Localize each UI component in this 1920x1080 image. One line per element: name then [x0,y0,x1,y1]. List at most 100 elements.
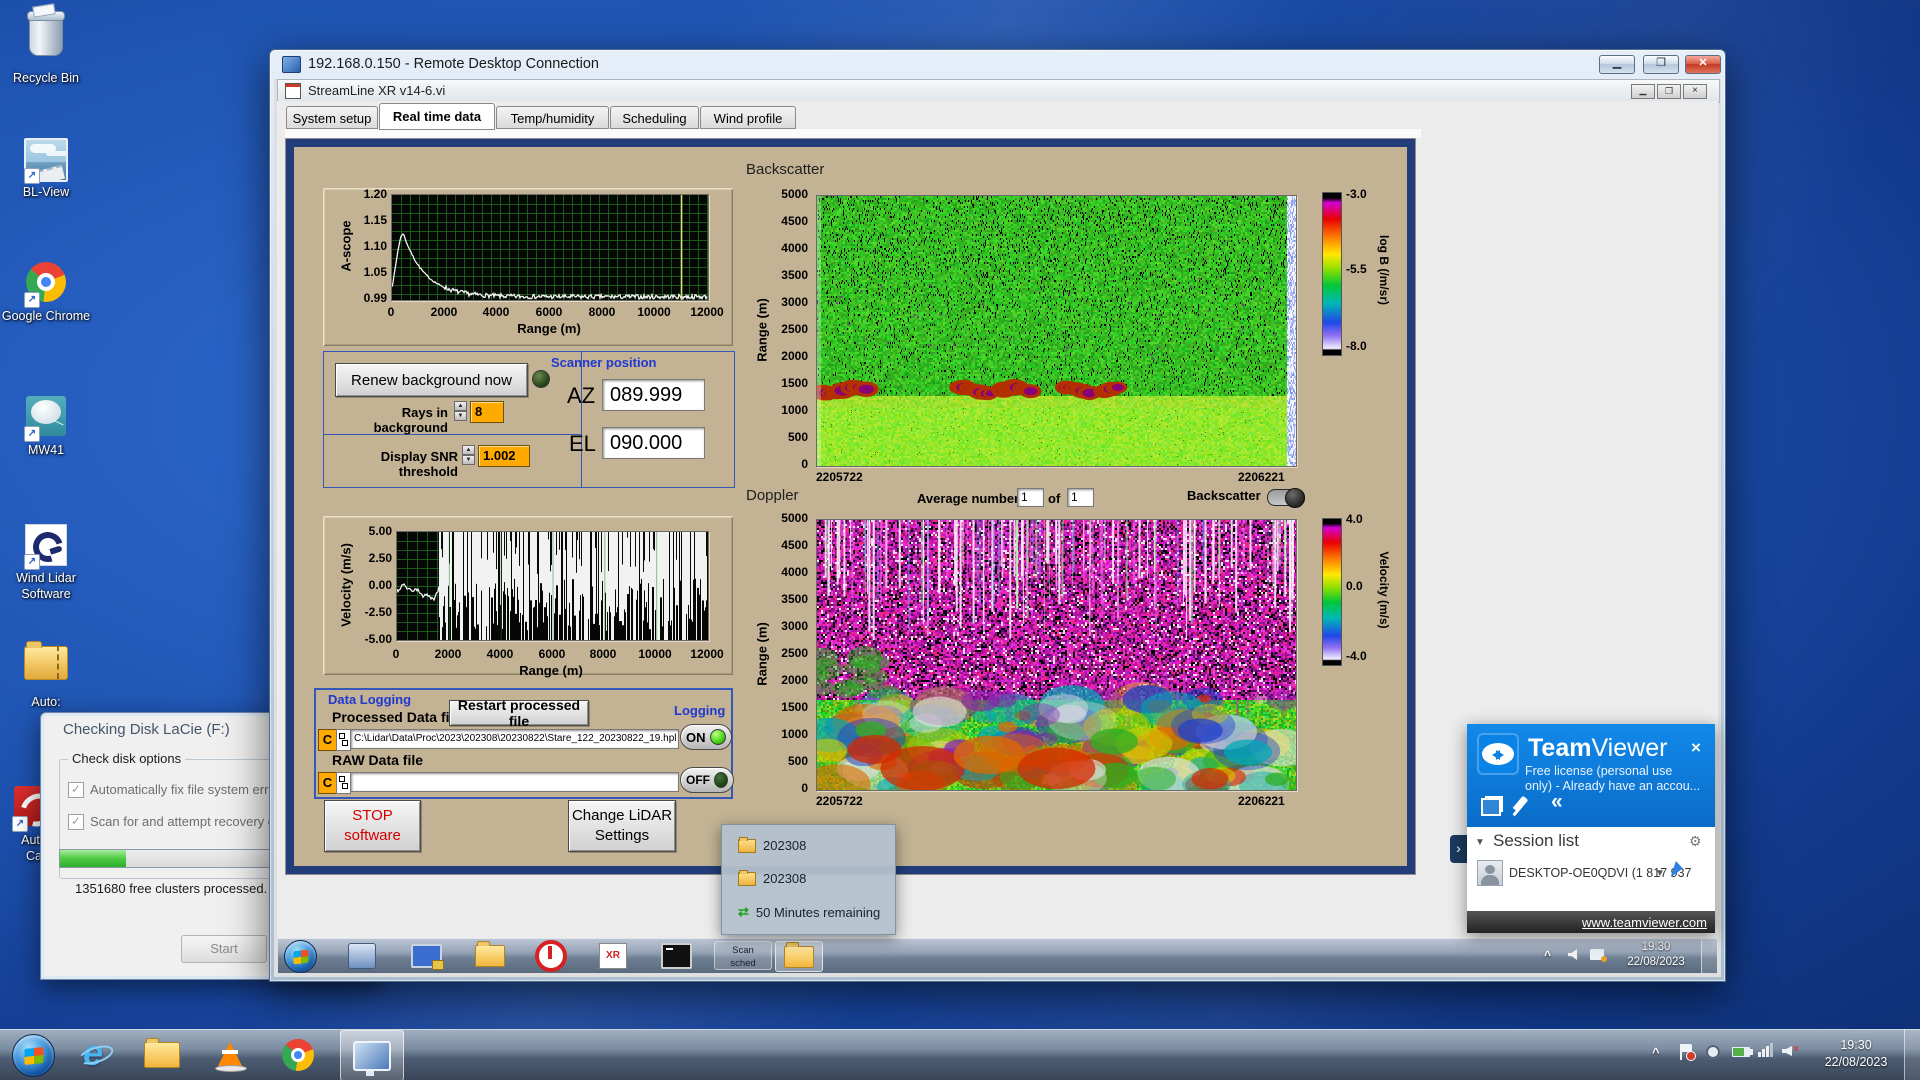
tray-chevron-icon[interactable]: ^ [1544,948,1551,962]
az-value-field[interactable]: 089.999 [602,379,705,411]
host-taskbar-vlc[interactable] [202,1029,258,1080]
remote-show-desktop-button[interactable] [1701,938,1718,973]
colorbar-label: log B (/m/sr) [1377,235,1391,305]
popup-item-label: 50 Minutes remaining [756,905,880,920]
vi-restore-button[interactable]: ❐ [1657,84,1681,99]
license-line1: Free license (personal use [1525,764,1700,779]
host-start-button[interactable] [12,1034,55,1077]
scan-recovery-checkbox[interactable]: ✓ [68,814,84,830]
drive-letter-box[interactable]: C [318,772,337,794]
snr-spinner[interactable]: ▲▼ [462,445,475,465]
network-icon[interactable] [1758,1043,1774,1057]
rays-spinner[interactable]: ▲▼ [454,401,467,421]
session-settings-gear-icon[interactable]: ⚙ [1689,833,1702,850]
fix-errors-checkbox[interactable]: ✓ [68,782,84,798]
start-button[interactable]: Start [181,935,267,963]
of-count-field[interactable]: 1 [1067,488,1094,507]
maximize-button[interactable]: ❒ [1643,55,1679,74]
host-taskbar-chrome[interactable] [270,1029,326,1080]
desktop-icon-label: MW41 [0,442,92,458]
tray-clock-icon[interactable] [1706,1045,1720,1059]
drive-letter-box[interactable]: C [318,729,337,751]
desktop-icon-google-chrome[interactable]: ↗ Google Chrome [0,260,92,324]
network-icon[interactable] [1590,949,1604,960]
tab-wind-profile[interactable]: Wind profile [700,106,796,129]
remote-clock[interactable]: 19:30 22/08/2023 [1623,940,1689,970]
popup-item[interactable]: 202308 [738,871,806,886]
remote-taskbar-explorer-window[interactable] [775,941,823,972]
popup-item[interactable]: ⇄ 50 Minutes remaining [738,904,880,920]
remote-taskbar-xr-app[interactable]: XR [593,941,633,970]
raw-logging-toggle[interactable]: OFF [680,767,734,793]
host-taskbar-rdp-active[interactable] [340,1030,404,1080]
teamviewer-close-icon[interactable]: × [1691,738,1701,758]
path-browse-icon[interactable] [336,729,351,751]
path-browse-icon[interactable] [336,772,351,794]
axis-tick: 3500 [764,592,808,606]
change-lidar-settings-button[interactable]: Change LiDAR Settings [568,800,676,852]
restart-processed-file-button[interactable]: Restart processed file [449,700,589,726]
collapse-icon[interactable]: « [1551,790,1563,814]
renew-background-button[interactable]: Renew background now [335,363,528,397]
host-taskbar-explorer[interactable] [134,1029,190,1080]
tab-system-setup[interactable]: System setup [286,106,378,129]
popup-item[interactable]: 202308 [738,838,806,853]
rays-value-field[interactable]: 8 [470,401,504,423]
remote-taskbar-app-2[interactable] [406,941,446,970]
raw-path-field[interactable] [350,772,679,792]
battery-icon[interactable] [1732,1047,1750,1057]
host-clock[interactable]: 19:30 22/08/2023 [1812,1037,1900,1071]
teamviewer-handle[interactable]: › [1450,835,1467,863]
remote-taskbar-console[interactable] [656,941,696,970]
remote-taskbar-scan-sched-window[interactable]: Scan sched [714,941,772,970]
desktop-icon-auto-zip[interactable]: Auto: [0,638,92,710]
popup-item-label: 202308 [763,838,806,853]
remote-taskbar-stop-app[interactable] [531,941,571,970]
desktop-icon-bl-view[interactable]: ↗ BL-View [0,136,92,200]
axis-tick: 1500 [764,376,808,390]
remote-start-button[interactable] [284,940,317,973]
remote-taskbar-app-1[interactable] [342,941,382,970]
tab-temp-humidity[interactable]: Temp/humidity [496,106,609,129]
action-center-flag-icon[interactable] [1680,1044,1693,1060]
remote-taskbar-folder[interactable] [470,941,510,970]
shortcut-arrow-icon: ↗ [24,426,40,442]
close-button[interactable]: ✕ [1685,55,1721,74]
desktop-icon-wind-lidar[interactable]: ↗ Wind Lidar Software [0,522,92,602]
snr-value-field[interactable]: 1.002 [478,445,530,467]
el-value-field[interactable]: 090.000 [602,427,705,459]
host-show-desktop-button[interactable] [1904,1029,1920,1080]
vi-window-title: StreamLine XR v14-6.vi [308,83,445,98]
tab-scheduling[interactable]: Scheduling [610,106,699,129]
desktop-icon-mw41[interactable]: ↗ MW41 [0,394,92,458]
axis-tick: 5.00 [348,524,392,538]
colorbar-label: Velocity (m/s) [1377,551,1391,628]
axis-tick: 4000 [764,565,808,579]
folder-icon [738,839,756,853]
host-taskbar: e ^ [0,1029,1920,1080]
session-list-caret-icon[interactable]: ▼ [1475,837,1485,848]
backscatter-toggle[interactable] [1267,489,1305,506]
tray-chevron-icon[interactable]: ^ [1652,1045,1660,1060]
stop-software-button[interactable]: STOP software [324,800,421,852]
teamviewer-logo-icon [1477,733,1519,775]
processed-path-field[interactable]: C:\Lidar\Data\Proc\2023\202308\20230822\… [350,729,679,749]
host-taskbar-ie[interactable]: e [66,1029,122,1080]
volume-muted-icon[interactable]: × [1782,1044,1798,1058]
tab-real-time-data[interactable]: Real time data [379,103,495,130]
vi-minimize-button[interactable]: ▁ [1631,84,1655,99]
on-led [710,729,726,745]
average-number-field[interactable]: 1 [1017,488,1044,507]
chat-pages-icon[interactable] [1481,798,1501,816]
desktop-icon-recycle-bin[interactable]: Recycle Bin [0,8,92,86]
front-panel: 1.20 1.15 1.10 1.05 0.99 A-scope 0 2000 … [285,138,1416,875]
session-caret-icon[interactable]: ▼ [1655,868,1665,879]
vi-close-button[interactable]: × [1683,84,1707,99]
brush-icon[interactable] [1513,796,1529,813]
teamviewer-link[interactable]: www.teamviewer.com [1582,915,1707,930]
zip-folder-icon [24,646,68,694]
volume-icon[interactable] [1568,949,1577,960]
minimize-button[interactable]: ▁ [1599,55,1635,74]
processed-logging-toggle[interactable]: ON [680,724,732,750]
colorbar-tick: -8.0 [1346,339,1367,353]
